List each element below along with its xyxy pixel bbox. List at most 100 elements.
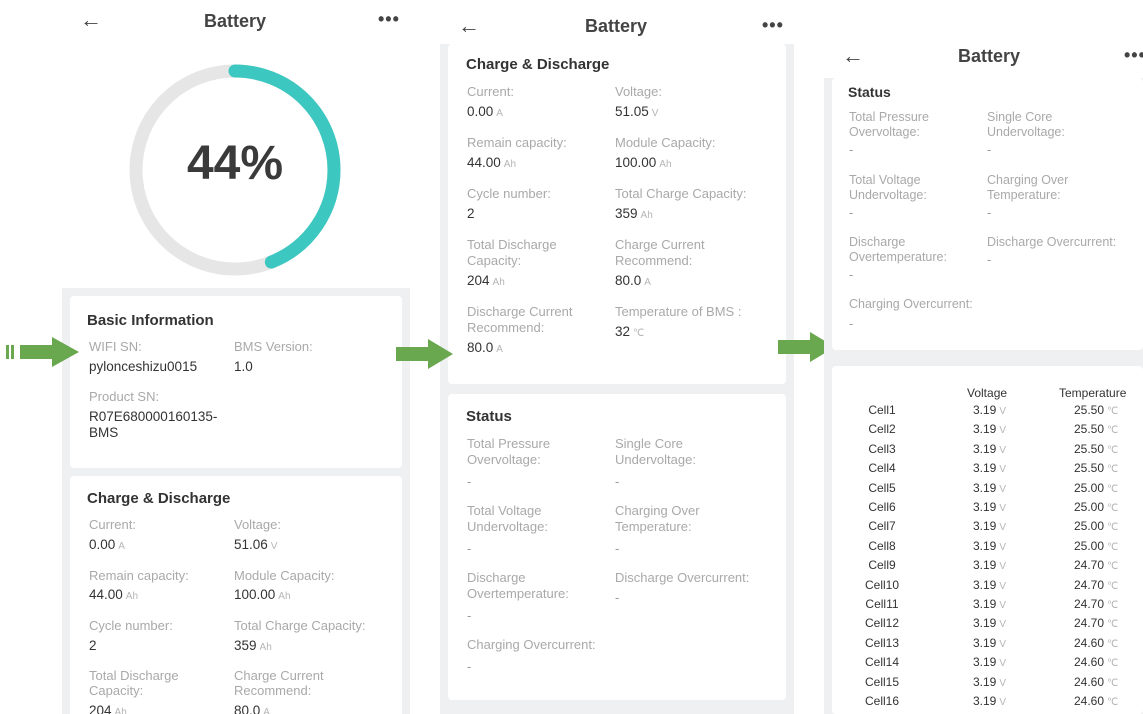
cell-voltage: 3.19 V bbox=[973, 422, 1007, 436]
charging-over-temperature-value: - bbox=[987, 205, 992, 220]
more-icon[interactable]: ••• bbox=[762, 16, 784, 34]
screen3-content: Status Total Pressure Overvoltage: - Sin… bbox=[824, 78, 1143, 714]
cell-temperature: 24.60 ℃ bbox=[1074, 694, 1119, 708]
charge-discharge-card: Charge & Discharge Current: 0.00 A Voltag… bbox=[448, 44, 786, 384]
cycle-number-label: Cycle number: bbox=[89, 618, 173, 633]
screen1-content: Basic Information WIFI SN: pylonceshizu0… bbox=[62, 288, 410, 714]
basic-info-card: Basic Information WIFI SN: pylonceshizu0… bbox=[70, 296, 402, 468]
voltage-label: Voltage: bbox=[234, 517, 281, 532]
back-arrow-icon[interactable]: ← bbox=[80, 9, 102, 31]
arrow-right-icon bbox=[6, 337, 79, 367]
bms-version-value: 1.0 bbox=[234, 359, 253, 374]
current-label: Current: bbox=[467, 84, 514, 99]
charge-recommend-value: 80.0 A bbox=[234, 703, 270, 714]
total-voltage-undervoltage-value: - bbox=[467, 541, 472, 556]
total-discharge-label-2: Capacity: bbox=[467, 253, 522, 268]
charging-overcurrent-label: Charging Overcurrent: bbox=[467, 637, 596, 652]
charging-overcurrent-value: - bbox=[467, 659, 472, 674]
status-title: Status bbox=[848, 84, 891, 100]
remain-capacity-value: 44.00 Ah bbox=[89, 587, 139, 602]
remain-capacity-value: 44.00 Ah bbox=[467, 155, 517, 170]
cycle-number-label: Cycle number: bbox=[467, 186, 551, 201]
total-discharge-label: Total Discharge bbox=[89, 668, 179, 683]
cell-temperature: 25.00 ℃ bbox=[1074, 481, 1119, 495]
cell-voltage: 3.19 V bbox=[973, 500, 1007, 514]
charge-discharge-title: Charge & Discharge bbox=[87, 490, 231, 507]
cell-name: Cell6 bbox=[868, 500, 896, 514]
temperature-header: Temperature bbox=[1059, 386, 1127, 400]
total-charge-value: 359 Ah bbox=[615, 206, 653, 221]
cell-temperature: 25.50 ℃ bbox=[1074, 403, 1119, 417]
current-label: Current: bbox=[89, 517, 136, 532]
charging-overcurrent-label: Charging Overcurrent: bbox=[849, 297, 973, 311]
discharge-overtemperature-label-2: Overtemperature: bbox=[849, 250, 947, 264]
discharge-overcurrent-label: Discharge Overcurrent: bbox=[615, 570, 750, 585]
cell-temperature: 25.50 ℃ bbox=[1074, 442, 1119, 456]
total-voltage-undervoltage-label: Total Voltage bbox=[467, 503, 542, 518]
single-core-undervoltage-label: Single Core bbox=[615, 436, 683, 451]
product-sn-value-line2: BMS bbox=[89, 425, 119, 440]
cell-voltage: 3.19 V bbox=[973, 481, 1007, 495]
page-title: Battery bbox=[204, 11, 267, 31]
total-discharge-value: 204 Ah bbox=[467, 273, 505, 288]
voltage-value: 51.06 V bbox=[234, 537, 278, 552]
discharge-overcurrent-label: Discharge Overcurrent: bbox=[987, 235, 1117, 249]
cell-name: Cell11 bbox=[865, 597, 899, 611]
cell-voltage: 3.19 V bbox=[973, 655, 1007, 669]
cells-card: Voltage Temperature Cell1 3.19 V 25.50 ℃ Cell… bbox=[832, 366, 1143, 714]
total-charge-label: Total Charge Capacity: bbox=[615, 186, 747, 201]
discharge-overtemperature-label: Discharge bbox=[467, 570, 526, 585]
total-charge-label: Total Charge Capacity: bbox=[234, 618, 366, 633]
cell-voltage: 3.19 V bbox=[973, 558, 1007, 572]
back-arrow-icon[interactable]: ← bbox=[842, 45, 864, 67]
cell-voltage: 3.19 V bbox=[973, 636, 1007, 650]
module-capacity-value: 100.00 Ah bbox=[615, 155, 672, 170]
more-icon[interactable]: ••• bbox=[1124, 46, 1143, 64]
cell-temperature: 24.70 ℃ bbox=[1074, 578, 1119, 592]
cell-name: Cell14 bbox=[864, 655, 900, 669]
cell-name: Cell9 bbox=[868, 558, 896, 572]
single-core-undervoltage-label: Single Core bbox=[987, 110, 1053, 124]
charge-discharge-card: Charge & Discharge Current: 0.00 A Voltag… bbox=[70, 476, 402, 714]
back-arrow-icon[interactable]: ← bbox=[458, 15, 480, 37]
cell-temperature: 25.50 ℃ bbox=[1074, 422, 1119, 436]
cell-temperature: 24.60 ℃ bbox=[1074, 675, 1119, 689]
total-pressure-overvoltage-label: Total Pressure bbox=[849, 110, 929, 124]
single-core-undervoltage-label-2: Undervoltage: bbox=[987, 125, 1065, 139]
cell-voltage: 3.19 V bbox=[973, 539, 1007, 553]
total-pressure-overvoltage-label: Total Pressure bbox=[467, 436, 551, 451]
charging-over-temperature-value: - bbox=[615, 541, 620, 556]
cell-voltage: 3.19 V bbox=[973, 578, 1007, 592]
charge-recommend-value: 80.0 A bbox=[615, 273, 651, 288]
cell-temperature: 25.50 ℃ bbox=[1074, 461, 1119, 475]
cell-voltage: 3.19 V bbox=[973, 675, 1007, 689]
cell-name: Cell1 bbox=[868, 403, 896, 417]
cycle-number-value: 2 bbox=[89, 638, 97, 653]
current-value: 0.00 A bbox=[89, 537, 125, 552]
discharge-overtemperature-label-2: Overtemperature: bbox=[467, 586, 569, 601]
total-voltage-undervoltage-value: - bbox=[849, 205, 854, 220]
cell-name: Cell3 bbox=[868, 442, 896, 456]
total-voltage-undervoltage-label-2: Undervoltage: bbox=[849, 188, 927, 202]
cell-name: Cell13 bbox=[864, 636, 900, 650]
cell-temperature: 25.00 ℃ bbox=[1074, 519, 1119, 533]
total-pressure-overvoltage-label-2: Overvoltage: bbox=[467, 452, 541, 467]
cell-name: Cell4 bbox=[868, 461, 896, 475]
cell-name: Cell5 bbox=[868, 481, 896, 495]
total-pressure-overvoltage-value: - bbox=[849, 142, 854, 157]
voltage-value: 51.05 V bbox=[615, 104, 659, 119]
battery-percent: 44% bbox=[186, 137, 284, 190]
bms-temperature-label: Temperature of BMS : bbox=[615, 304, 742, 319]
discharge-overtemperature-label: Discharge bbox=[849, 235, 906, 249]
single-core-undervoltage-value: - bbox=[987, 142, 992, 157]
total-discharge-value: 204 Ah bbox=[89, 703, 127, 714]
discharge-overcurrent-value: - bbox=[987, 252, 992, 267]
total-voltage-undervoltage-label-2: Undervoltage: bbox=[467, 519, 548, 534]
module-capacity-label: Module Capacity: bbox=[234, 568, 335, 583]
cell-voltage: 3.19 V bbox=[973, 694, 1007, 708]
more-icon[interactable]: ••• bbox=[378, 10, 400, 28]
cell-temperature: 24.70 ℃ bbox=[1074, 597, 1119, 611]
discharge-overtemperature-value: - bbox=[467, 608, 472, 623]
cell-voltage: 3.19 V bbox=[973, 597, 1007, 611]
charging-over-temperature-label-2: Temperature: bbox=[615, 519, 692, 534]
